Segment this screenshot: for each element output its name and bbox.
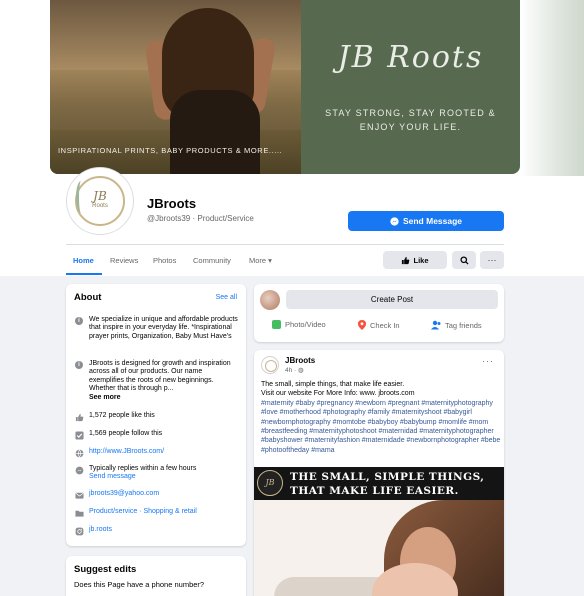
page-title[interactable]: JBroots <box>147 196 196 211</box>
like-label: Like <box>413 255 429 265</box>
category-link[interactable]: Product/service · Shopping & retail <box>89 508 197 518</box>
page-avatar[interactable]: JB Roots <box>67 168 133 234</box>
like-button[interactable]: Like <box>383 251 447 269</box>
messenger-icon <box>75 466 83 475</box>
photo-video-button[interactable]: Photo/Video <box>272 320 326 329</box>
location-pin-icon <box>358 320 366 330</box>
post-body: The small, simple things, that make life… <box>261 381 501 455</box>
about-card: About See all i We specialize in unique … <box>66 284 246 546</box>
brand-logo: JB <box>257 470 283 496</box>
globe-icon <box>75 449 83 458</box>
search-icon <box>459 255 469 265</box>
see-more-link[interactable]: See more <box>89 394 238 402</box>
suggest-edits-card: Suggest edits Does this Page have a phon… <box>66 556 246 596</box>
website-link[interactable]: http://www.JBroots.com/ <box>89 448 164 458</box>
tag-people-icon <box>431 320 441 330</box>
post-image-banner: JB THE SMALL, SIMPLE THINGS, THAT MAKE L… <box>254 467 504 500</box>
about-email: jbroots39@yahoo.com <box>74 490 238 500</box>
brand-tagline-line2: ENJOY YOUR LIFE. <box>359 122 462 132</box>
post-timestamp[interactable]: 4h · ◍ <box>285 366 304 374</box>
search-button[interactable] <box>452 251 476 269</box>
about-response: Typically replies within a few hours Sen… <box>74 465 238 482</box>
about-likes: 1,572 people like this <box>74 412 238 422</box>
about-instagram: jb.roots <box>74 526 238 536</box>
post-image-headline-line2: THAT MAKE LIFE EASIER. <box>290 485 459 497</box>
tag-friends-button[interactable]: Tag friends <box>431 320 482 330</box>
brand-script-logo: JB Roots <box>337 40 484 75</box>
post-options-button[interactable]: ··· <box>482 356 494 366</box>
cover-photo[interactable]: INSPIRATIONAL PRINTS, BABY PRODUCTS & MO… <box>50 0 520 174</box>
cover-caption: INSPIRATIONAL PRINTS, BABY PRODUCTS & MO… <box>58 146 283 155</box>
about-follows: 1,569 people follow this <box>74 430 238 440</box>
tab-home[interactable]: Home <box>73 256 94 265</box>
header-divider <box>66 244 504 245</box>
about-title: About <box>74 292 102 303</box>
globe-icon: ◍ <box>298 367 304 374</box>
photo-icon <box>272 320 281 329</box>
avatar[interactable] <box>260 290 280 310</box>
post-hashtags[interactable]: #maternity #baby #pregnancy #newborn #pr… <box>261 399 501 455</box>
tab-photos[interactable]: Photos <box>153 256 176 265</box>
suggest-edits-question: Does this Page have a phone number? <box>74 580 205 589</box>
about-send-message-link[interactable]: Send message <box>89 473 196 481</box>
instagram-icon <box>75 527 83 536</box>
check-in-button[interactable]: Check In <box>358 320 400 330</box>
cover-photo-left: INSPIRATIONAL PRINTS, BABY PRODUCTS & MO… <box>50 0 301 174</box>
thumbs-up-icon <box>75 413 83 422</box>
post-image[interactable]: JB THE SMALL, SIMPLE THINGS, THAT MAKE L… <box>254 467 504 596</box>
about-description: i We specialize in unique and affordable… <box>74 316 238 341</box>
email-link[interactable]: jbroots39@yahoo.com <box>89 490 159 500</box>
create-post-card: Create Post Photo/Video Check In Tag fri… <box>254 284 504 342</box>
instagram-link[interactable]: jb.roots <box>89 526 112 536</box>
about-see-all-link[interactable]: See all <box>216 294 237 301</box>
post-card: JBroots 4h · ◍ ··· The small, simple thi… <box>254 350 504 596</box>
ellipsis-icon: ··· <box>487 255 497 265</box>
suggest-edits-title: Suggest edits <box>74 564 137 575</box>
about-website: http://www.JBroots.com/ <box>74 448 238 458</box>
page-handle-category: @Jbroots39 · Product/Service <box>147 214 254 223</box>
mail-icon <box>74 492 84 499</box>
post-image-headline-line1: THE SMALL, SIMPLE THINGS, <box>290 471 485 483</box>
avatar-logo-initials: JB <box>93 189 107 203</box>
active-tab-indicator <box>66 273 102 275</box>
tab-more[interactable]: More ▾ <box>249 256 272 265</box>
avatar-logo-word: Roots <box>92 203 108 209</box>
send-message-label: Send Message <box>402 216 463 226</box>
create-post-button[interactable]: Create Post <box>286 290 498 309</box>
messenger-icon <box>390 216 399 226</box>
post-author[interactable]: JBroots <box>285 356 315 365</box>
about-story: i JBroots is designed for growth and ins… <box>74 360 238 402</box>
info-icon: i <box>75 361 83 369</box>
info-icon: i <box>75 317 83 325</box>
follow-check-icon <box>74 431 84 440</box>
cover-brand-panel: JB Roots STAY STRONG, STAY ROOTED & ENJO… <box>301 0 520 174</box>
thumbs-up-icon <box>402 256 410 264</box>
post-author-avatar[interactable] <box>261 356 279 374</box>
tab-reviews[interactable]: Reviews <box>110 256 138 265</box>
tag-folder-icon <box>74 510 84 517</box>
about-category: Product/service · Shopping & retail <box>74 508 238 518</box>
more-options-button[interactable]: ··· <box>480 251 504 269</box>
send-message-button[interactable]: Send Message <box>348 211 504 231</box>
brand-tagline-line1: STAY STRONG, STAY ROOTED & <box>325 108 496 118</box>
background-fade <box>520 0 584 176</box>
tab-community[interactable]: Community <box>193 256 231 265</box>
